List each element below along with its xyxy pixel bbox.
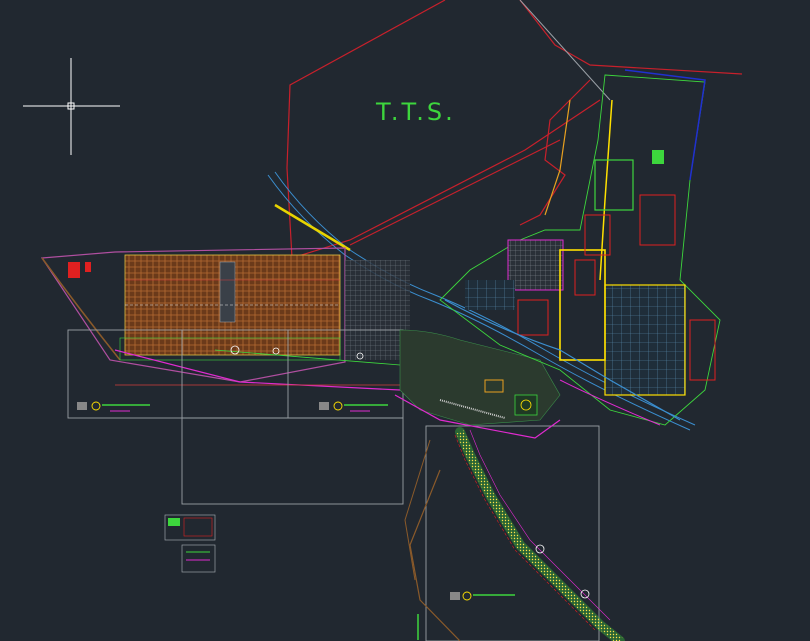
cad-model-space[interactable]: T.T.S. <box>0 0 810 641</box>
road-yellow <box>274 203 351 252</box>
access-road <box>404 427 625 641</box>
frame-titles <box>77 401 515 601</box>
tts-grey-edge <box>519 0 611 101</box>
middle-slope <box>394 329 561 439</box>
crosshair-icon[interactable] <box>23 58 120 155</box>
tts-boundary <box>286 0 743 259</box>
plant-block-west <box>40 247 410 391</box>
legend-blocks <box>164 514 216 573</box>
site-label-tts: T.T.S. <box>375 98 456 126</box>
